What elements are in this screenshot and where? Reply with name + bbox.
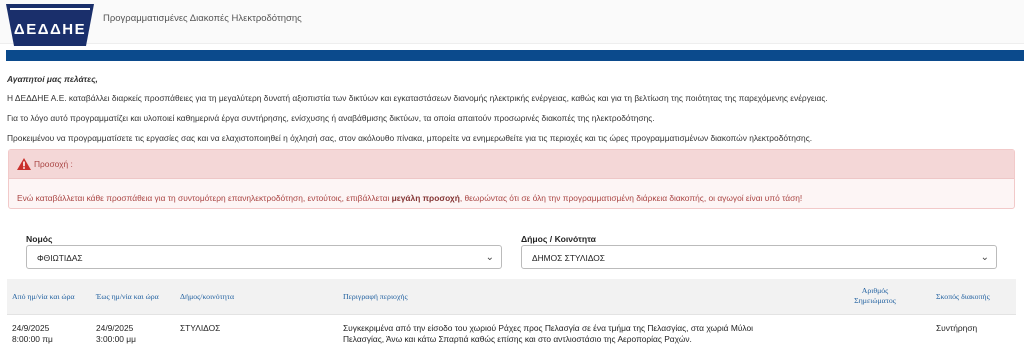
municipality-select-value: ΔΗΜΟΣ ΣΤΥΛΙΔΟΣ (532, 253, 605, 263)
municipality-select[interactable]: ΔΗΜΟΣ ΣΤΥΛΙΔΟΣ ⌄ (521, 245, 997, 269)
intro-paragraph-3: Προκειμένου να προγραμματίσετε τις εργασ… (7, 133, 813, 143)
header-divider-bar (6, 50, 1024, 61)
column-header-note-line1: Αριθμός (861, 286, 889, 295)
app-title: Προγραμματισμένες Διακοπές Ηλεκτροδότηση… (103, 13, 302, 24)
column-header-description[interactable]: Περιγραφή περιοχής (343, 292, 408, 301)
alert-body: Ενώ καταβάλλεται κάθε προσπάθεια για τη … (9, 179, 1014, 203)
deddie-logo[interactable]: ΔΕΔΔΗΕ (6, 4, 94, 46)
cell-purpose: Συντήρηση (936, 323, 978, 333)
alert-text-end: , θεωρώντας ότι σε όλη την προγραμματισμ… (459, 193, 803, 203)
alert-text-emphasis: μεγάλη προσοχή (391, 193, 460, 203)
cell-description-line2: Πελασγίας, Άνω και κάτω Σπαρτιά καθώς επ… (343, 334, 692, 344)
intro-paragraph-1: Η ΔΕΔΔΗΕ Α.Ε. καταβάλλει διαρκείς προσπά… (7, 93, 828, 103)
warning-triangle-icon (17, 158, 31, 170)
cell-from-time: 8:00:00 πμ (12, 334, 53, 344)
cell-to: 24/9/2025 3:00:00 μμ (96, 323, 136, 345)
chevron-down-icon: ⌄ (485, 252, 494, 263)
column-header-municipality[interactable]: Δήμος/κοινότητα (180, 292, 234, 301)
alert-heading: Προσοχή : (9, 150, 1014, 179)
column-header-to[interactable]: Έως ημ/νία και ώρα (96, 292, 159, 301)
prefecture-select-value: ΦΘΙΩΤΙΔΑΣ (37, 253, 83, 263)
prefecture-select[interactable]: ΦΘΙΩΤΙΔΑΣ ⌄ (26, 245, 502, 269)
cell-to-time: 3:00:00 μμ (96, 334, 136, 344)
cell-from-date: 24/9/2025 (12, 323, 50, 333)
prefecture-label: Νομός (26, 234, 53, 244)
municipality-label: Δήμος / Κοινότητα (521, 234, 596, 244)
cell-from: 24/9/2025 8:00:00 πμ (12, 323, 53, 345)
svg-text:ΔΕΔΔΗΕ: ΔΕΔΔΗΕ (14, 21, 86, 38)
table-row: 24/9/2025 8:00:00 πμ 24/9/2025 3:00:00 μ… (7, 316, 1016, 356)
column-header-purpose[interactable]: Σκοπός διακοπής (936, 292, 990, 301)
cell-municipality: ΣΤΥΛΙΔΟΣ (180, 323, 221, 333)
intro-section: Αγαπητοί μας πελάτες, Η ΔΕΔΔΗΕ Α.Ε. κατα… (7, 74, 1017, 153)
chevron-down-icon: ⌄ (980, 252, 989, 263)
intro-greeting: Αγαπητοί μας πελάτες, (7, 74, 98, 84)
column-header-note-line2: Σημειώματος (854, 296, 896, 305)
cell-description-line1: Συγκεκριμένα από την είσοδο του χωριού Ρ… (343, 323, 753, 333)
intro-paragraph-2: Για το λόγο αυτό προγραμματίζει και υλοπ… (7, 113, 655, 123)
warning-alert: Προσοχή : Ενώ καταβάλλεται κάθε προσπάθε… (8, 149, 1015, 209)
column-header-note-number[interactable]: Αριθμός Σημειώματος (845, 286, 905, 306)
column-header-from[interactable]: Από ημ/νία και ώρα (12, 292, 75, 301)
outages-table-header: Από ημ/νία και ώρα Έως ημ/νία και ώρα Δή… (7, 279, 1016, 315)
cell-to-date: 24/9/2025 (96, 323, 134, 333)
alert-heading-text: Προσοχή : (34, 159, 73, 169)
cell-description: Συγκεκριμένα από την είσοδο του χωριού Ρ… (343, 323, 823, 345)
alert-text-start: Ενώ καταβάλλεται κάθε προσπάθεια για τη … (17, 193, 392, 203)
page-header: ΔΕΔΔΗΕ Προγραμματισμένες Διακοπές Ηλεκτρ… (0, 0, 1024, 46)
